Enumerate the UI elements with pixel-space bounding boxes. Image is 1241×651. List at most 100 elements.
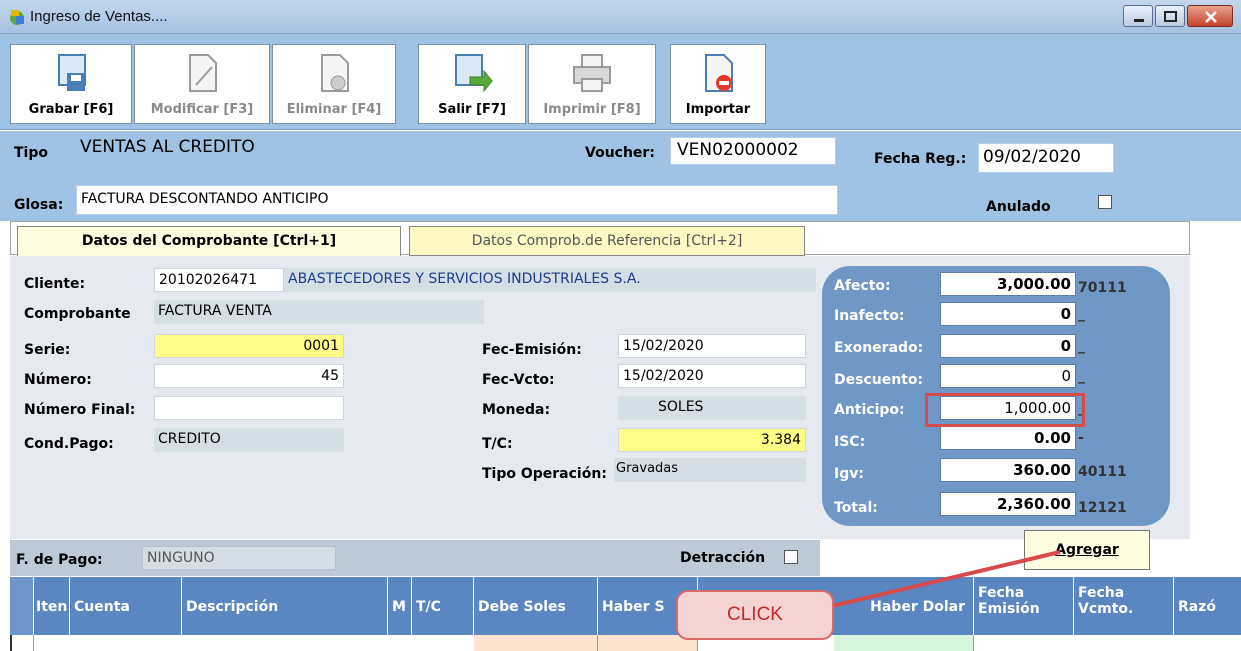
- moneda-label: Moneda:: [482, 402, 551, 418]
- isc-label: ISC:: [834, 434, 866, 450]
- comprobante-field[interactable]: FACTURA VENTA: [154, 300, 484, 324]
- tc-field[interactable]: 3.384: [618, 428, 806, 452]
- numero-final-field[interactable]: [154, 396, 344, 420]
- modificar-label: Modificar [F3]: [150, 102, 254, 117]
- descuento-field[interactable]: 0: [940, 364, 1076, 388]
- col-tc[interactable]: T/C: [412, 577, 474, 635]
- isc-code: -: [1078, 430, 1084, 446]
- window-title: Ingreso de Ventas....: [30, 8, 168, 25]
- col-razon[interactable]: Razó: [1174, 577, 1241, 635]
- tipo-operacion-field[interactable]: Gravadas: [614, 458, 806, 482]
- anulado-checkbox[interactable]: [1098, 195, 1112, 209]
- close-button[interactable]: [1187, 5, 1233, 27]
- cliente-label: Cliente:: [24, 276, 86, 292]
- col-fecha-vcmto[interactable]: Fecha Vcmto.: [1074, 577, 1174, 635]
- maximize-button[interactable]: [1155, 5, 1185, 27]
- voucher-header: Tipo VENTAS AL CREDITO Voucher: VEN02000…: [0, 131, 1241, 221]
- exonerado-field[interactable]: 0: [940, 334, 1076, 358]
- afecto-code: 70111: [1078, 280, 1127, 296]
- imprimir-button[interactable]: Imprimir [F8]: [528, 44, 656, 124]
- exonerado-label: Exonerado:: [834, 340, 924, 356]
- importar-label: Importar: [685, 102, 751, 117]
- descuento-code: _: [1078, 368, 1085, 384]
- table-row[interactable]: [10, 635, 1241, 651]
- inafecto-code: _: [1078, 306, 1085, 322]
- salir-button[interactable]: Salir [F7]: [418, 44, 526, 124]
- col-cuenta[interactable]: Cuenta: [70, 577, 182, 635]
- col-descripcion[interactable]: Descripción: [182, 577, 388, 635]
- isc-field[interactable]: 0.00: [940, 426, 1076, 450]
- agregar-label: Agregar: [1055, 542, 1119, 558]
- printer-icon: [573, 54, 611, 92]
- fpago-label: F. de Pago:: [16, 552, 103, 568]
- serie-label: Serie:: [24, 342, 71, 358]
- fecha-reg-value: 09/02/2020: [983, 147, 1081, 167]
- comprobante-label: Comprobante: [24, 306, 131, 322]
- detraccion-checkbox[interactable]: [784, 550, 798, 564]
- anulado-label: Anulado: [986, 199, 1051, 215]
- cliente-ruc-field[interactable]: 20102026471: [154, 268, 284, 292]
- salir-label: Salir [F7]: [438, 102, 506, 117]
- col-m[interactable]: M: [388, 577, 412, 635]
- fec-emision-field[interactable]: 15/02/2020: [618, 334, 806, 358]
- row-selector-cell[interactable]: [10, 635, 34, 651]
- exit-icon: [455, 54, 493, 93]
- moneda-field[interactable]: SOLES: [618, 396, 806, 420]
- serie-field[interactable]: 0001: [154, 334, 344, 358]
- tab-datos-referencia[interactable]: Datos Comprob.de Referencia [Ctrl+2]: [409, 226, 805, 256]
- modificar-button[interactable]: Modificar [F3]: [134, 44, 270, 124]
- afecto-field[interactable]: 3,000.00: [940, 272, 1076, 296]
- app-icon: [10, 10, 24, 25]
- igv-field[interactable]: 360.00: [940, 458, 1076, 482]
- total-label: Total:: [834, 500, 878, 516]
- fpago-field[interactable]: NINGUNO: [142, 546, 336, 570]
- grabar-button[interactable]: Grabar [F6]: [10, 44, 132, 124]
- grid-row-selector: [10, 577, 34, 635]
- title-bar: Ingreso de Ventas....: [0, 0, 1241, 34]
- voucher-label: Voucher:: [585, 145, 655, 161]
- tipo-label: Tipo: [14, 145, 48, 161]
- exonerado-code: _: [1078, 338, 1085, 354]
- total-code: 12121: [1078, 500, 1127, 516]
- debe-soles-cell[interactable]: [474, 635, 598, 651]
- detail-grid-header: Iten Cuenta Descripción M T/C Debe Soles…: [10, 577, 1241, 635]
- col-iten[interactable]: Iten: [34, 577, 70, 635]
- voucher-value: VEN02000002: [677, 140, 799, 160]
- minimize-button[interactable]: [1123, 5, 1153, 27]
- col-debe-soles[interactable]: Debe Soles: [474, 577, 598, 635]
- glosa-value: FACTURA DESCONTANDO ANTICIPO: [81, 191, 329, 207]
- total-field[interactable]: 2,360.00: [940, 492, 1076, 516]
- importar-button[interactable]: Importar: [670, 44, 766, 124]
- edit-icon: [189, 54, 217, 92]
- tc-label: T/C:: [482, 436, 513, 452]
- detraccion-label: Detracción: [680, 550, 766, 566]
- numero-label: Número:: [24, 372, 92, 388]
- minimize-icon: [1134, 19, 1144, 22]
- imprimir-label: Imprimir [F8]: [543, 102, 641, 117]
- numero-field[interactable]: 45: [154, 364, 344, 388]
- tab-bar: Datos del Comprobante [Ctrl+1] Datos Com…: [10, 221, 1190, 256]
- cond-pago-field[interactable]: CREDITO: [154, 428, 344, 452]
- descuento-label: Descuento:: [834, 372, 924, 388]
- col-fecha-emision[interactable]: Fecha Emisión: [974, 577, 1074, 635]
- tab-datos-comprobante[interactable]: Datos del Comprobante [Ctrl+1]: [17, 226, 401, 256]
- eliminar-label: Eliminar [F4]: [286, 102, 382, 117]
- anticipo-highlight: [925, 393, 1085, 427]
- cond-pago-label: Cond.Pago:: [24, 436, 114, 452]
- toolbar: Grabar [F6] Modificar [F3] Eliminar [F4]…: [0, 34, 1241, 130]
- igv-code: 40111: [1078, 464, 1127, 480]
- agregar-button[interactable]: Agregar: [1024, 530, 1150, 570]
- close-icon: [1205, 11, 1217, 23]
- delete-icon: [321, 54, 349, 92]
- haber-dolar-cell[interactable]: [834, 635, 974, 651]
- fec-vcto-field[interactable]: 15/02/2020: [618, 364, 806, 388]
- voucher-field[interactable]: VEN02000002: [670, 137, 836, 165]
- glosa-field[interactable]: FACTURA DESCONTANDO ANTICIPO: [76, 185, 838, 215]
- afecto-label: Afecto:: [834, 278, 891, 294]
- glosa-label: Glosa:: [14, 197, 64, 213]
- maximize-icon: [1164, 11, 1177, 22]
- fecha-reg-field[interactable]: 09/02/2020: [978, 143, 1114, 173]
- inafecto-field[interactable]: 0: [940, 302, 1076, 326]
- numero-final-label: Número Final:: [24, 402, 136, 418]
- eliminar-button[interactable]: Eliminar [F4]: [272, 44, 396, 124]
